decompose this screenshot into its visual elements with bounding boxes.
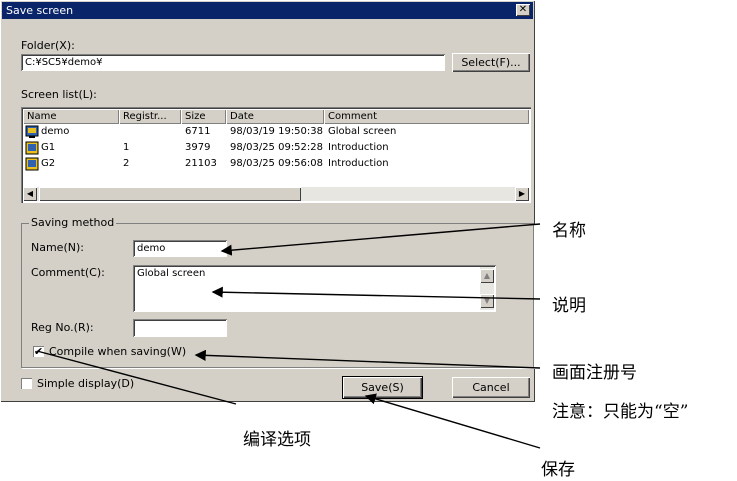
annotation-note: 注意：只能为“空” — [552, 402, 689, 422]
annotation-reg-no: 画面注册号 — [552, 363, 637, 383]
annotation-arrow-compile — [194, 349, 541, 369]
annotation-arrow-name — [220, 223, 541, 256]
annotation-line-compile-option — [36, 350, 237, 405]
annotation-save: 保存 — [541, 460, 575, 480]
annotation-arrow-save — [364, 393, 541, 449]
annotation-arrow-comment — [211, 286, 541, 300]
annotation-name: 名称 — [552, 221, 586, 241]
annotation-compile: 编译选项 — [243, 430, 311, 450]
annotation-comment: 说明 — [552, 296, 586, 316]
